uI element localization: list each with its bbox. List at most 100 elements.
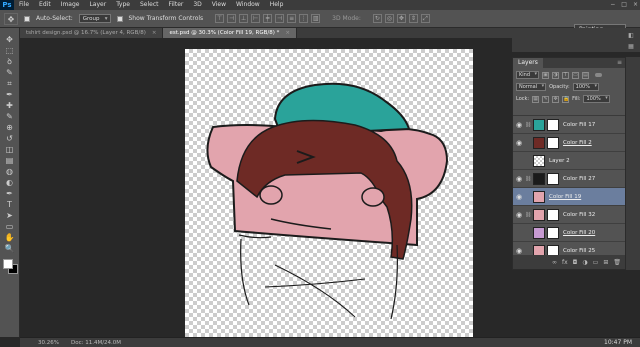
move-tool-icon[interactable]: ✥ — [4, 12, 18, 25]
filter-toggle[interactable] — [595, 73, 603, 77]
auto-select-checkbox[interactable] — [24, 15, 30, 22]
layer-row[interactable]: ◉ Layer 2 — [513, 152, 625, 170]
auto-align-icon[interactable]: ▥ — [311, 14, 321, 23]
link-layers-icon[interactable]: ∞ — [552, 259, 557, 266]
new-layer-icon[interactable]: ⊞ — [603, 259, 608, 266]
path-select-tool-icon[interactable]: ➤ — [2, 210, 18, 221]
eye-icon[interactable]: ◉ — [513, 139, 525, 147]
tab-tshirt-design[interactable]: tshirt design.psd @ 16.7% (Layer 4, RGB/… — [20, 28, 164, 38]
close-icon[interactable]: × — [152, 30, 157, 36]
layer-row[interactable]: ◉ ⛓ Color Fill 32 — [513, 206, 625, 224]
3d-rotate-icon[interactable]: ↻ — [372, 14, 382, 23]
canvas-area[interactable] — [20, 38, 512, 337]
add-mask-icon[interactable]: ◘ — [573, 259, 578, 266]
menu-window[interactable]: Window — [231, 0, 265, 10]
eye-icon[interactable]: ◉ — [513, 211, 525, 219]
swatches-panel-icon[interactable]: ▦ — [626, 43, 636, 51]
menu-layer[interactable]: Layer — [84, 0, 111, 10]
distribute-h-icon[interactable]: ⋮ — [299, 14, 309, 23]
fill-field[interactable]: 100% — [583, 95, 610, 103]
eye-icon[interactable]: ◉ — [513, 229, 525, 237]
eye-icon[interactable]: ◉ — [513, 175, 525, 183]
layer-name[interactable]: Color Fill 32 — [563, 212, 595, 218]
opacity-field[interactable]: 100% — [572, 83, 599, 91]
layer-name[interactable]: Color Fill 25 — [563, 248, 595, 254]
eye-icon[interactable]: ◉ — [513, 193, 525, 201]
document-canvas[interactable] — [185, 49, 473, 337]
eye-icon[interactable]: ◉ — [513, 247, 525, 255]
menu-file[interactable]: File — [14, 0, 34, 10]
auto-select-target-dropdown[interactable]: Group — [78, 14, 111, 23]
layer-name[interactable]: Color Fill 27 — [563, 176, 595, 182]
align-bottom-icon[interactable]: ⊥ — [239, 14, 249, 23]
type-tool-icon[interactable]: T — [2, 199, 18, 210]
lock-transparent-icon[interactable]: ▦ — [532, 95, 540, 103]
brush-tool-icon[interactable]: ✎ — [2, 111, 18, 122]
lasso-tool-icon[interactable]: ꝺ — [2, 56, 18, 67]
3d-slide-icon[interactable]: ⇕ — [408, 14, 418, 23]
layer-name[interactable]: Color Fill 2 — [563, 140, 592, 146]
menu-3d[interactable]: 3D — [188, 0, 206, 10]
shape-tool-icon[interactable]: ▭ — [2, 221, 18, 232]
distribute-icon[interactable]: ≡ — [287, 14, 297, 23]
adjustment-layer-icon[interactable]: ◑ — [582, 259, 587, 266]
pen-tool-icon[interactable]: ✒ — [2, 188, 18, 199]
layer-style-icon[interactable]: fx — [562, 259, 568, 266]
filter-shape-icon[interactable]: ▭ — [572, 71, 580, 79]
close-button[interactable]: × — [633, 0, 638, 10]
new-group-icon[interactable]: ▭ — [593, 259, 599, 266]
trash-icon[interactable]: 🗑 — [613, 259, 621, 266]
filter-kind-dropdown[interactable]: Kind — [516, 71, 540, 79]
filter-adjust-icon[interactable]: ◑ — [552, 71, 560, 79]
transform-controls-checkbox[interactable] — [116, 15, 123, 22]
align-middle-icon[interactable]: ⊣ — [227, 14, 237, 23]
filter-pixel-icon[interactable]: ▣ — [542, 71, 550, 79]
layer-name[interactable]: Layer 2 — [549, 158, 570, 164]
menu-help[interactable]: Help — [265, 0, 289, 10]
history-brush-tool-icon[interactable]: ↺ — [2, 133, 18, 144]
3d-scale-icon[interactable]: ⤢ — [420, 14, 430, 23]
align-top-icon[interactable]: ⊤ — [215, 14, 225, 23]
gradient-tool-icon[interactable]: ▤ — [2, 155, 18, 166]
zoom-tool-icon[interactable]: 🔍 — [2, 243, 18, 254]
align-center-icon[interactable]: ╪ — [263, 14, 273, 23]
layer-row[interactable]: ◉ ⛓ Color Fill 27 — [513, 170, 625, 188]
layer-row[interactable]: ◉ Color Fill 20 — [513, 224, 625, 242]
align-left-icon[interactable]: ⊢ — [251, 14, 261, 23]
layer-name[interactable]: Color Fill 20 — [563, 230, 595, 236]
lock-move-icon[interactable]: ✥ — [552, 95, 560, 103]
blur-tool-icon[interactable]: ◍ — [2, 166, 18, 177]
minimize-button[interactable]: − — [610, 0, 615, 10]
eyedropper-tool-icon[interactable]: ✒ — [2, 89, 18, 100]
maximize-button[interactable]: □ — [621, 0, 627, 10]
hand-tool-icon[interactable]: ✋ — [2, 232, 18, 243]
color-panel-icon[interactable]: ◧ — [626, 32, 636, 40]
filter-smart-icon[interactable]: ▤ — [582, 71, 590, 79]
tab-est[interactable]: est.psd @ 30.3% (Color Fill 19, RGB/8) *… — [163, 28, 297, 38]
layer-name[interactable]: Color Fill 17 — [563, 122, 595, 128]
menu-view[interactable]: View — [207, 0, 231, 10]
align-right-icon[interactable]: ⊣ — [275, 14, 285, 23]
3d-drag-icon[interactable]: ✥ — [396, 14, 406, 23]
blend-mode-dropdown[interactable]: Normal — [516, 83, 547, 91]
filter-type-icon[interactable]: T — [562, 71, 570, 79]
quick-select-tool-icon[interactable]: ✎ — [2, 67, 18, 78]
marquee-tool-icon[interactable]: ⬚ — [2, 45, 18, 56]
stamp-tool-icon[interactable]: ⊕ — [2, 122, 18, 133]
layer-name[interactable]: Color Fill 19 — [549, 194, 581, 200]
menu-select[interactable]: Select — [135, 0, 164, 10]
menu-type[interactable]: Type — [111, 0, 135, 10]
dodge-tool-icon[interactable]: ◐ — [2, 177, 18, 188]
menu-filter[interactable]: Filter — [164, 0, 189, 10]
lock-paint-icon[interactable]: ✎ — [542, 95, 550, 103]
layers-tab[interactable]: Layers — [513, 58, 543, 68]
eraser-tool-icon[interactable]: ◫ — [2, 144, 18, 155]
foreground-color-swatch[interactable] — [2, 259, 13, 269]
layer-row-selected[interactable]: ◉ Color Fill 19 — [513, 188, 625, 206]
eye-icon[interactable]: ◉ — [513, 121, 525, 129]
menu-image[interactable]: Image — [56, 0, 85, 10]
zoom-level[interactable]: 30.26% — [38, 340, 59, 346]
healing-tool-icon[interactable]: ✚ — [2, 100, 18, 111]
panel-menu-icon[interactable]: ≡ — [617, 59, 622, 66]
close-icon[interactable]: × — [285, 30, 290, 36]
